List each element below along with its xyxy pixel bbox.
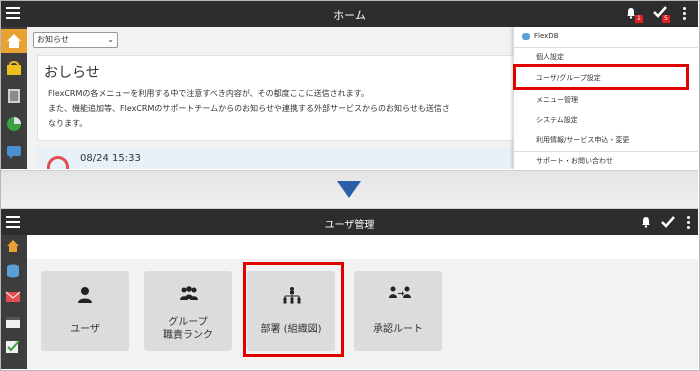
- notebook-icon[interactable]: [5, 87, 23, 105]
- tile-label-line: 職責ランク: [163, 330, 213, 341]
- tile-users[interactable]: ユーザ: [41, 271, 129, 351]
- tile-group-rank[interactable]: グループ 職責ランク: [144, 271, 232, 351]
- menu-item-menu-management[interactable]: メニュー管理: [514, 91, 698, 109]
- highlight-box-departments: [243, 262, 344, 357]
- sidebar-item-home[interactable]: [1, 29, 27, 53]
- tile-label: ユーザ: [70, 324, 100, 335]
- page-title: ホーム: [333, 9, 366, 22]
- tile-label: 承認ルート: [373, 324, 423, 335]
- notice-title: おしらせ: [44, 65, 100, 81]
- menu-item-usage-info[interactable]: 利用情報/サービス申込・変更: [514, 131, 698, 149]
- user-icon: [78, 287, 92, 303]
- menu-item-system-settings[interactable]: システム設定: [514, 111, 698, 129]
- headset-icon: [47, 156, 69, 169]
- bell-icon[interactable]: [640, 216, 652, 228]
- home-icon[interactable]: [5, 239, 21, 253]
- menu-item-support[interactable]: サポート・お問い合わせ: [514, 151, 698, 169]
- sidebar: [1, 27, 27, 169]
- tile-approval-route[interactable]: 承認ルート: [354, 271, 442, 351]
- pie-chart-icon[interactable]: [5, 115, 23, 133]
- tile-label-line: グループ: [168, 317, 208, 328]
- chevron-down-icon: ⌄: [107, 35, 114, 44]
- down-arrow-icon: [337, 181, 361, 198]
- check-icon[interactable]: [661, 216, 675, 228]
- approval-route-icon: [389, 286, 411, 298]
- notice-filter-value: お知らせ: [37, 35, 69, 44]
- menu-header-flexdb: FlexDB: [514, 27, 698, 45]
- bottom-header-bar: ユーザ管理: [1, 209, 698, 235]
- group-icon: [180, 286, 198, 300]
- sidebar: [1, 235, 27, 369]
- home-icon: [7, 34, 21, 48]
- more-options-icon[interactable]: [687, 216, 690, 231]
- shopping-bag-icon[interactable]: [5, 59, 23, 77]
- menu-item-personal-settings[interactable]: 個人設定: [514, 47, 698, 65]
- tile-label: グループ 職責ランク: [144, 316, 232, 342]
- menu-header-label: FlexDB: [534, 32, 559, 40]
- calendar-icon[interactable]: [5, 315, 21, 329]
- page-title: ユーザ管理: [324, 220, 375, 231]
- mail-icon[interactable]: [5, 290, 21, 304]
- database-icon[interactable]: [5, 264, 21, 278]
- notice-date: 08/24 15:33: [80, 153, 141, 164]
- user-management-content: ユーザ グループ 職責ランク 部署 (組織図) 承認ルート: [27, 259, 698, 369]
- database-icon: [522, 32, 530, 40]
- user-management-screen: ユーザ管理 ユーザ グループ 職責ランク 部署 (組織図) 承認ルート: [1, 209, 698, 369]
- notice-filter-select[interactable]: お知らせ ⌄: [33, 32, 118, 48]
- top-header-bar: ホーム 1 5: [1, 1, 698, 27]
- highlight-box-menu: [513, 64, 689, 90]
- settings-dropdown-menu: FlexDB 個人設定 ユーザ/グループ設定 メニュー管理 システム設定 利用情…: [513, 27, 698, 169]
- task-badge: 5: [662, 15, 670, 23]
- checkbox-icon[interactable]: [5, 340, 21, 354]
- notification-badge: 1: [635, 15, 643, 23]
- more-options-icon[interactable]: [683, 7, 686, 22]
- step-divider: [1, 170, 698, 209]
- chat-icon[interactable]: [5, 143, 23, 161]
